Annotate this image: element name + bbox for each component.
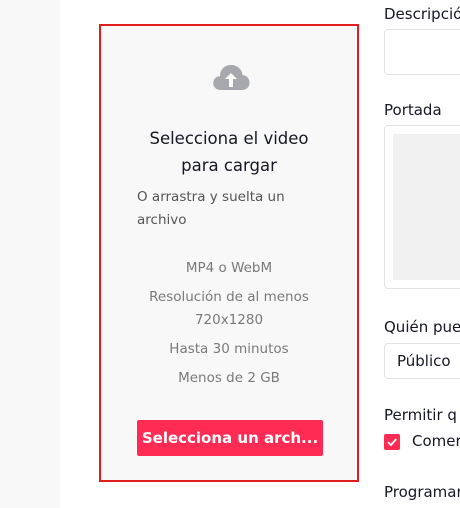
- upload-title-line1: Selecciona el video: [149, 129, 309, 148]
- format-info: MP4 o WebM: [185, 260, 273, 276]
- upload-title-line2: para cargar: [181, 156, 277, 175]
- duration-info: Hasta 30 minutos: [169, 341, 289, 357]
- description-input[interactable]: [384, 29, 460, 75]
- select-file-button[interactable]: Selecciona un arch...: [137, 420, 323, 456]
- description-label: Descripció: [384, 5, 460, 23]
- schedule-label: Programar: [384, 483, 460, 501]
- cover-selector[interactable]: [384, 125, 460, 289]
- resolution-info-line2: 720x1280: [194, 312, 264, 328]
- cloud-upload-icon: [213, 65, 250, 90]
- upload-subtitle-line1: O arrastra y suelta un: [137, 189, 285, 205]
- resolution-info-line1: Resolución de al menos: [149, 289, 309, 305]
- who-can-view-label: Quién pue: [384, 318, 460, 336]
- comments-label: Comer: [412, 432, 460, 450]
- visibility-select[interactable]: Público: [384, 343, 460, 379]
- size-info: Menos de 2 GB: [178, 370, 280, 386]
- cover-preview: [393, 134, 460, 280]
- allow-label: Permitir q: [384, 406, 457, 424]
- cover-label: Portada: [384, 101, 442, 119]
- visibility-value: Público: [397, 352, 451, 370]
- upload-subtitle-line2: archivo: [137, 212, 187, 228]
- upload-dropzone[interactable]: Selecciona el video para cargar O arrast…: [99, 24, 359, 482]
- comments-checkbox[interactable]: [384, 434, 400, 450]
- check-icon: [387, 438, 397, 447]
